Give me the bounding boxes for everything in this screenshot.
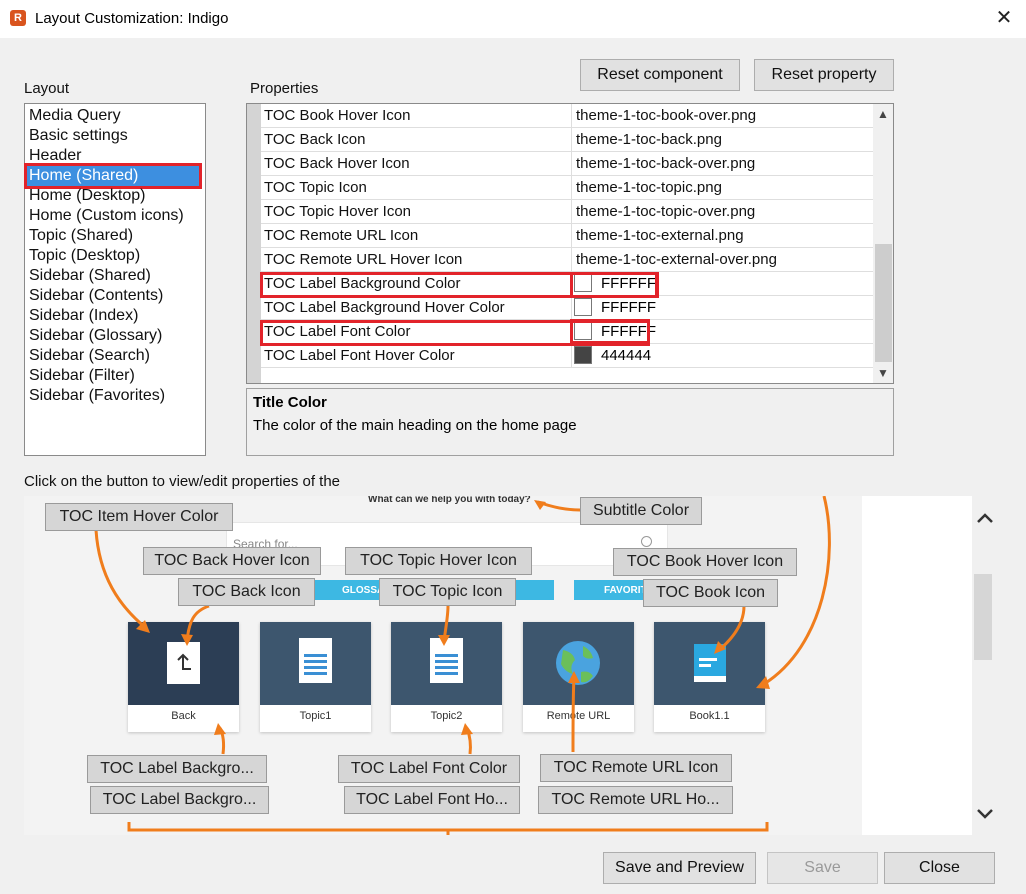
property-name: TOC Label Background Hover Color [264, 299, 505, 316]
property-row[interactable]: TOC Label Background Hover Color FFFFFF [261, 296, 873, 320]
preview-margin [862, 496, 972, 835]
property-value[interactable]: theme-1-toc-topic-over.png [576, 203, 755, 220]
highlight-spacer [259, 272, 260, 273]
callout-toc-back-icon[interactable]: TOC Back Icon [178, 578, 315, 606]
reset-component-button[interactable]: Reset component [580, 59, 740, 91]
save-button[interactable]: Save [767, 852, 878, 884]
property-value[interactable]: 444444 [601, 347, 651, 364]
callout-toc-remote-url-hover-icon[interactable]: TOC Remote URL Ho... [538, 786, 733, 814]
preview-scrollbar[interactable] [972, 496, 998, 835]
save-and-preview-button[interactable]: Save and Preview [603, 852, 756, 884]
description-title: Title Color [253, 394, 327, 411]
property-row[interactable]: TOC Back Hover Icon theme-1-toc-back-over… [261, 152, 873, 176]
property-row[interactable]: TOC Book Hover Icon theme-1-toc-book-over… [261, 104, 873, 128]
layout-item-home-desktop[interactable]: Home (Desktop) [29, 186, 145, 206]
callout-toc-item-hover-color[interactable]: TOC Item Hover Color [45, 503, 233, 531]
layout-item-sidebar-index[interactable]: Sidebar (Index) [29, 306, 138, 326]
layout-item-topic-shared[interactable]: Topic (Shared) [29, 226, 133, 246]
preview-intro-text: Click on the button to view/edit propert… [24, 473, 341, 490]
callout-toc-back-hover-icon[interactable]: TOC Back Hover Icon [143, 547, 321, 575]
property-value[interactable]: theme-1-toc-back.png [576, 131, 722, 148]
layout-item-sidebar-contents[interactable]: Sidebar (Contents) [29, 286, 163, 306]
color-swatch[interactable] [574, 298, 592, 316]
scroll-thumb[interactable] [875, 244, 892, 362]
property-name: TOC Back Icon [264, 131, 366, 148]
property-name: TOC Back Hover Icon [264, 155, 410, 172]
property-value[interactable]: theme-1-toc-external.png [576, 227, 744, 244]
properties-label: Properties [250, 80, 319, 97]
close-window-icon[interactable]: ✕ [990, 5, 1018, 31]
property-value[interactable]: theme-1-toc-topic.png [576, 179, 722, 196]
properties-scrollbar[interactable]: ▲ ▼ [873, 104, 893, 383]
callout-toc-label-background-hover-color[interactable]: TOC Label Backgro... [90, 786, 269, 814]
callout-toc-topic-icon[interactable]: TOC Topic Icon [379, 578, 516, 606]
highlight-box [570, 319, 650, 344]
callout-toc-book-hover-icon[interactable]: TOC Book Hover Icon [613, 548, 797, 576]
layout-item-sidebar-glossary[interactable]: Sidebar (Glossary) [29, 326, 162, 346]
property-name: TOC Remote URL Hover Icon [264, 251, 463, 268]
property-row[interactable]: TOC Topic Icon theme-1-toc-topic.png [261, 176, 873, 200]
property-description-panel: Title Color The color of the main headin… [246, 388, 894, 456]
property-row[interactable]: TOC Label Font Hover Color 444444 [261, 344, 873, 368]
property-row[interactable]: TOC Remote URL Hover Icon theme-1-toc-ext… [261, 248, 873, 272]
preview-canvas: What can we help you with today? Search … [24, 496, 862, 835]
callout-subtitle-color[interactable]: Subtitle Color [580, 497, 702, 525]
layout-item-home-shared[interactable]: Home (Shared) [24, 163, 202, 189]
property-name: TOC Topic Icon [264, 179, 367, 196]
property-value[interactable]: theme-1-toc-external-over.png [576, 251, 777, 268]
callout-toc-label-font-color[interactable]: TOC Label Font Color [338, 755, 520, 783]
scroll-up-icon[interactable]: ▲ [873, 105, 893, 123]
layout-item-header[interactable]: Header [29, 146, 81, 166]
layout-label: Layout [24, 80, 70, 97]
scroll-down-icon[interactable]: ▼ [873, 364, 893, 382]
layout-item-home-custom-icons[interactable]: Home (Custom icons) [29, 206, 184, 226]
property-row[interactable]: TOC Topic Hover Icon theme-1-toc-topic-ov… [261, 200, 873, 224]
layout-item-sidebar-filter[interactable]: Sidebar (Filter) [29, 366, 135, 386]
callout-toc-label-font-hover-color[interactable]: TOC Label Font Ho... [344, 786, 520, 814]
property-name: TOC Label Font Hover Color [264, 347, 455, 364]
property-row[interactable]: TOC Remote URL Icon theme-1-toc-external.… [261, 224, 873, 248]
close-button[interactable]: Close [884, 852, 995, 884]
property-name: TOC Remote URL Icon [264, 227, 419, 244]
callout-toc-label-background-color[interactable]: TOC Label Backgro... [87, 755, 267, 783]
preview-scroll-thumb[interactable] [974, 574, 992, 660]
property-name: TOC Book Hover Icon [264, 107, 411, 124]
property-value[interactable]: theme-1-toc-book-over.png [576, 107, 756, 124]
scroll-up-icon [977, 513, 993, 523]
reset-property-button[interactable]: Reset property [754, 59, 894, 91]
property-value[interactable]: theme-1-toc-back-over.png [576, 155, 755, 172]
color-swatch[interactable] [574, 346, 592, 364]
grid-gutter [247, 104, 261, 383]
layout-item-basic-settings[interactable]: Basic settings [29, 126, 128, 146]
callout-toc-book-icon[interactable]: TOC Book Icon [643, 579, 778, 607]
property-value[interactable]: FFFFFF [601, 299, 656, 316]
property-name: TOC Topic Hover Icon [264, 203, 412, 220]
highlight-box [570, 272, 658, 298]
scroll-down-icon [977, 809, 993, 819]
property-row[interactable]: TOC Back Icon theme-1-toc-back.png [261, 128, 873, 152]
callout-toc-topic-hover-icon[interactable]: TOC Topic Hover Icon [345, 547, 532, 575]
layout-item-sidebar-favorites[interactable]: Sidebar (Favorites) [29, 386, 165, 406]
app-logo-icon: R [10, 10, 26, 26]
layout-item-sidebar-shared[interactable]: Sidebar (Shared) [29, 266, 151, 286]
layout-item-media-query[interactable]: Media Query [29, 106, 121, 126]
layout-item-topic-desktop[interactable]: Topic (Desktop) [29, 246, 140, 266]
callout-toc-remote-url-icon[interactable]: TOC Remote URL Icon [540, 754, 732, 782]
layout-list[interactable]: Media Query Basic settings Header Home (… [24, 103, 206, 456]
window-title: Layout Customization: Indigo [35, 10, 229, 27]
description-text: The color of the main heading on the hom… [253, 417, 577, 434]
layout-item-sidebar-search[interactable]: Sidebar (Search) [29, 346, 150, 366]
